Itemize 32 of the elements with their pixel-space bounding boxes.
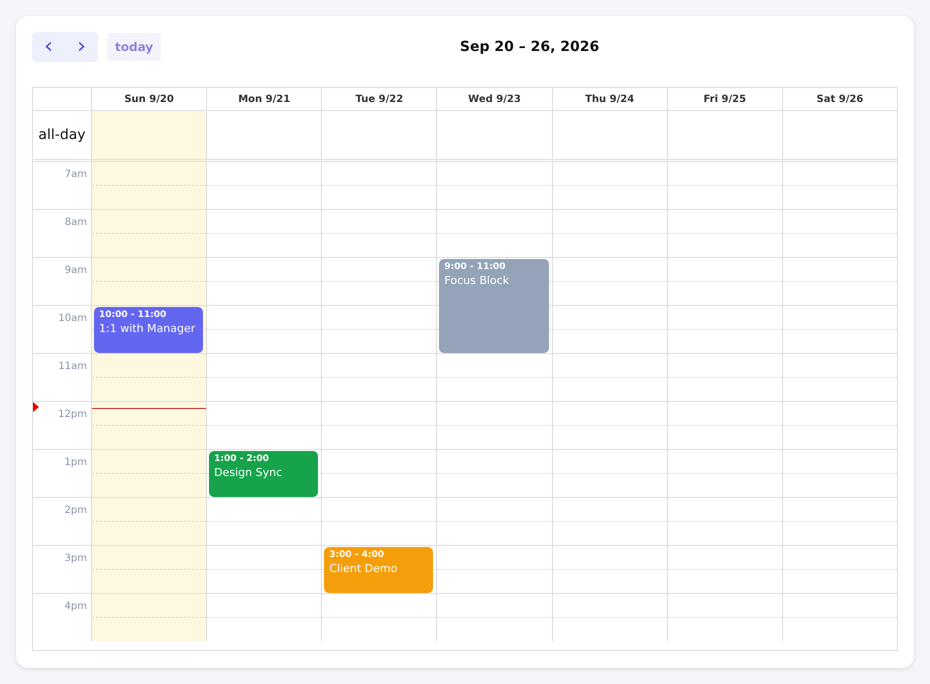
day-header: Wed 9/23 — [436, 88, 552, 111]
today-button[interactable]: today — [107, 33, 162, 61]
event-title: Focus Block — [444, 274, 510, 287]
time-label: 1pm — [64, 457, 87, 468]
day-header: Fri 9/25 — [666, 88, 782, 111]
event-time: 3:00 - 4:00 — [329, 550, 386, 560]
time-label: 11am — [58, 361, 87, 372]
time-label: 4pm — [64, 601, 87, 612]
event-block[interactable]: 9:00 - 11:00 Focus Block — [439, 259, 549, 353]
event-title: Design Sync — [214, 466, 284, 479]
event-time: 10:00 - 11:00 — [99, 310, 168, 320]
event-time: 1:00 - 2:00 — [214, 454, 270, 464]
time-label: 2pm — [64, 505, 87, 516]
time-label: 9am — [64, 265, 87, 276]
day-header: Sat 9/26 — [782, 88, 897, 111]
date-range-title: Sep 20 – 26, 2026 — [458, 39, 600, 55]
event-block[interactable]: 10:00 - 11:00 1:1 with Manager — [94, 307, 204, 353]
event-block[interactable]: 3:00 - 4:00 Client Demo — [324, 547, 434, 593]
time-label: 12pm — [58, 409, 87, 420]
time-label: 10am — [58, 313, 87, 324]
time-label: 3pm — [64, 553, 87, 564]
time-label: 7am — [64, 169, 87, 180]
event-time: 9:00 - 11:00 — [444, 262, 506, 272]
next-button[interactable]: › — [65, 32, 98, 62]
day-header: Mon 9/21 — [206, 88, 322, 111]
event-block[interactable]: 1:00 - 2:00 Design Sync — [209, 451, 318, 497]
event-title: 1:1 with Manager — [99, 322, 196, 335]
day-header: Tue 9/22 — [321, 88, 436, 111]
event-title: Client Demo — [329, 562, 398, 575]
time-label: 8am — [64, 217, 87, 228]
day-header: Thu 9/24 — [552, 88, 667, 111]
previous-button[interactable]: ‹ — [32, 32, 65, 62]
